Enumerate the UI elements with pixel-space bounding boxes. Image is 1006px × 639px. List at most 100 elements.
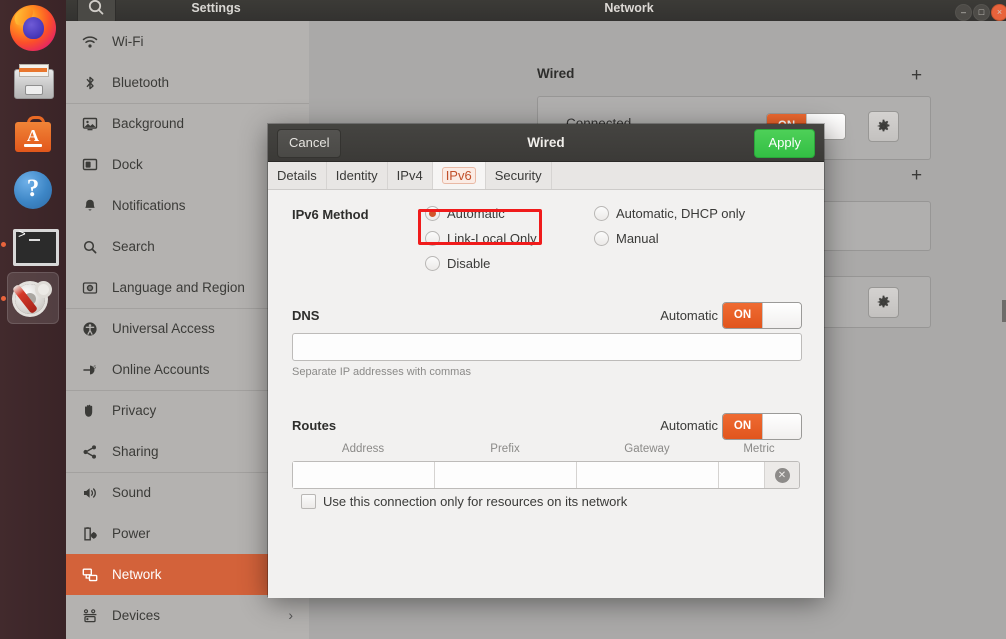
privacy-hand-icon — [82, 402, 108, 420]
network-panel-title: Network — [309, 1, 949, 15]
sidebar-item-label: Dock — [112, 157, 143, 172]
radio-indicator-link-local-only — [425, 231, 440, 246]
sidebar-item-label: Search — [112, 239, 155, 254]
routes-label: Routes — [292, 418, 336, 433]
tab-ipv4[interactable]: IPv4 — [388, 162, 433, 189]
sidebar-item-wi-fi[interactable]: Wi-Fi — [66, 21, 309, 62]
settings-icon — [10, 275, 56, 321]
radio-link-local-only[interactable]: Link-Local Only — [425, 231, 537, 246]
secondary-settings-gear-button[interactable] — [868, 287, 899, 318]
accessibility-icon — [82, 321, 98, 337]
route-gateway-input[interactable] — [577, 462, 719, 488]
radio-manual[interactable]: Manual — [594, 231, 659, 246]
tab-security[interactable]: Security — [486, 162, 552, 189]
dns-automatic-toggle[interactable]: ON — [722, 302, 802, 329]
dock-item-terminal[interactable]: > — [7, 218, 59, 270]
sidebar-item-devices[interactable]: Devices› — [66, 595, 309, 636]
close-button[interactable]: × — [991, 4, 1006, 21]
sidebar-headerbar: Settings — [66, 0, 309, 21]
routes-column-gateway: Gateway — [576, 443, 718, 455]
routes-column-metric: Metric — [718, 443, 800, 455]
route-delete-button[interactable]: ✕ — [765, 462, 799, 488]
route-metric-input[interactable] — [719, 462, 765, 488]
power-battery-icon — [82, 525, 108, 543]
dock-item-firefox[interactable] — [7, 2, 59, 54]
tab-details[interactable]: Details — [268, 162, 327, 189]
dns-toggle-knob — [762, 303, 802, 328]
gear-icon — [876, 119, 891, 134]
dock-running-indicator — [1, 242, 6, 247]
bluetooth-icon — [82, 74, 108, 92]
sidebar-item-bluetooth[interactable]: Bluetooth — [66, 62, 309, 103]
minimize-icon: – — [956, 5, 971, 20]
settings-headerbar: Settings Network – □ × — [66, 0, 1006, 22]
sidebar-item-label: Sharing — [112, 444, 159, 459]
route-address-input[interactable] — [293, 462, 435, 488]
share-icon — [82, 443, 108, 461]
checkbox-indicator — [301, 494, 316, 509]
sidebar-item-label: Power — [112, 526, 150, 541]
tab-label: Details — [277, 168, 317, 183]
apply-button[interactable]: Apply — [754, 129, 815, 158]
bluetooth-icon — [82, 75, 98, 91]
share-icon — [82, 444, 98, 460]
language-icon — [82, 279, 108, 297]
dock-item-files[interactable] — [7, 56, 59, 108]
restrict-connection-label: Use this connection only for resources o… — [323, 494, 627, 509]
add-wired-connection-button[interactable]: + — [911, 69, 922, 83]
add-vpn-connection-button[interactable]: + — [911, 169, 922, 183]
search-icon — [82, 239, 98, 255]
background-icon — [82, 115, 108, 133]
table-row[interactable]: ✕ — [292, 461, 800, 489]
dns-label: DNS — [292, 308, 319, 323]
radio-automatic[interactable]: Automatic — [425, 206, 505, 221]
settings-title: Settings — [126, 1, 306, 15]
dns-servers-input[interactable] — [292, 333, 802, 361]
routes-toggle-knob — [762, 414, 802, 439]
dialog-tabs[interactable]: Details Identity IPv4 IPv6Security — [268, 162, 824, 190]
radio-disable[interactable]: Disable — [425, 256, 490, 271]
background-icon — [82, 116, 98, 132]
sidebar-item-label: Devices — [112, 608, 160, 623]
route-prefix-input[interactable] — [435, 462, 577, 488]
radio-label-link-local-only: Link-Local Only — [447, 231, 537, 246]
dialog-headerbar: Cancel Wired Apply — [268, 124, 824, 162]
routes-toggle-on-label: ON — [723, 414, 762, 439]
radio-label-automatic: Automatic — [447, 206, 505, 221]
privacy-hand-icon — [82, 403, 98, 419]
sidebar-item-label: Wi-Fi — [112, 34, 143, 49]
radio-automatic-dhcp-only[interactable]: Automatic, DHCP only — [594, 206, 745, 221]
power-battery-icon — [82, 526, 98, 542]
dock-icon — [82, 156, 108, 174]
help-icon: ? — [10, 167, 56, 213]
radio-indicator-manual — [594, 231, 609, 246]
minimize-button[interactable]: – — [955, 4, 972, 21]
search-icon — [78, 0, 115, 23]
firefox-icon — [10, 5, 56, 51]
wifi-icon — [82, 34, 98, 50]
sidebar-item-label: Network — [112, 567, 162, 582]
radio-indicator-automatic-dhcp-only — [594, 206, 609, 221]
sidebar-item-label: Bluetooth — [112, 75, 169, 90]
maximize-button[interactable]: □ — [973, 4, 990, 21]
tab-identity[interactable]: Identity — [327, 162, 388, 189]
restrict-connection-checkbox[interactable]: Use this connection only for resources o… — [301, 494, 627, 509]
devices-icon — [82, 607, 108, 625]
radio-indicator-disable — [425, 256, 440, 271]
routes-automatic-toggle[interactable]: ON — [722, 413, 802, 440]
tab-label: IPv4 — [397, 168, 423, 183]
wired-section-title: Wired — [537, 66, 574, 81]
dock-item-settings[interactable] — [7, 272, 59, 324]
dock-item-ubuntu-software[interactable]: A — [7, 110, 59, 162]
dock-icon — [82, 157, 98, 173]
routes-automatic-label: Automatic — [660, 418, 718, 433]
ubuntu-software-icon: A — [10, 113, 56, 159]
dialog-body: IPv6 Method Automatic Link-Local Only Di… — [268, 190, 824, 598]
terminal-icon: > — [10, 221, 56, 267]
remove-row-icon: ✕ — [775, 468, 790, 483]
tab-ipv6[interactable]: IPv6 — [433, 162, 486, 189]
maximize-icon: □ — [974, 5, 989, 20]
dock-item-help[interactable]: ? — [7, 164, 59, 216]
ubuntu-dock[interactable]: A? > — [0, 0, 66, 639]
wired-settings-gear-button[interactable] — [868, 111, 899, 142]
